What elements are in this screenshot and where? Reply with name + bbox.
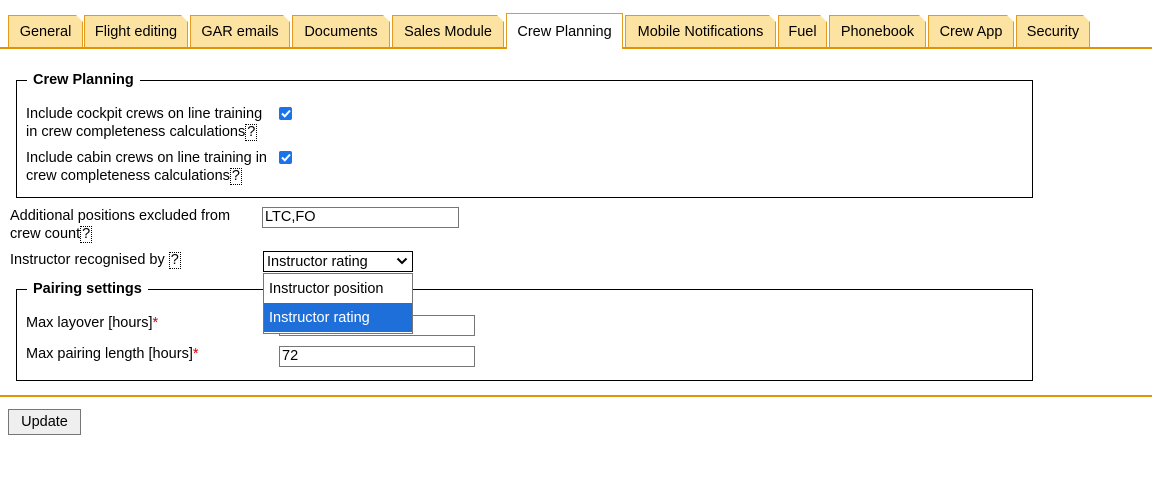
dropdown-option-instructor-rating[interactable]: Instructor rating bbox=[264, 303, 412, 332]
tab-label: Security bbox=[1026, 23, 1080, 40]
tab-flight-editing[interactable]: Flight editing bbox=[84, 15, 188, 47]
tab-phonebook[interactable]: Phonebook bbox=[829, 15, 926, 47]
help-icon[interactable]: ? bbox=[80, 225, 93, 243]
instructor-select-value: Instructor rating bbox=[267, 253, 368, 270]
cockpit-label-line2: in crew completeness calculations bbox=[26, 123, 246, 140]
instructor-select[interactable]: Instructor rating bbox=[263, 251, 413, 272]
tab-label: Crew App bbox=[939, 23, 1003, 40]
help-icon[interactable]: ? bbox=[229, 167, 242, 185]
tab-label: Flight editing bbox=[94, 23, 178, 40]
max-layover-label: Max layover [hours]* bbox=[26, 315, 158, 333]
cockpit-training-label: Include cockpit crews on line training i… bbox=[26, 106, 262, 141]
checkmark-icon bbox=[280, 109, 291, 118]
max-layover-label-text: Max layover [hours] bbox=[26, 315, 153, 331]
max-pairing-label: Max pairing length [hours]* bbox=[26, 346, 199, 364]
tab-label: Phonebook bbox=[840, 23, 915, 40]
instructor-dropdown-list: Instructor position Instructor rating bbox=[263, 273, 413, 334]
tab-sales-module[interactable]: Sales Module bbox=[392, 15, 504, 47]
tab-crew-app[interactable]: Crew App bbox=[928, 15, 1014, 47]
chevron-down-icon bbox=[396, 257, 408, 265]
pairing-settings-fieldset: Pairing settings bbox=[16, 281, 1033, 381]
cockpit-training-checkbox[interactable] bbox=[279, 107, 292, 120]
tab-documents[interactable]: Documents bbox=[292, 15, 390, 47]
cabin-training-checkbox[interactable] bbox=[279, 151, 292, 164]
tab-fuel[interactable]: Fuel bbox=[778, 15, 827, 47]
checkmark-icon bbox=[280, 153, 291, 162]
tab-general[interactable]: General bbox=[8, 15, 83, 47]
dropdown-option-instructor-position[interactable]: Instructor position bbox=[264, 274, 412, 303]
tab-gar-emails[interactable]: GAR emails bbox=[190, 15, 290, 47]
crew-planning-legend: Crew Planning bbox=[27, 72, 140, 89]
tab-mobile-notifications[interactable]: Mobile Notifications bbox=[625, 15, 776, 47]
cockpit-label-line1: Include cockpit crews on line training bbox=[26, 106, 263, 122]
tab-label: Documents bbox=[304, 23, 378, 40]
max-pairing-input[interactable]: 72 bbox=[279, 346, 475, 367]
settings-tab-bar: General Flight editing GAR emails Docume… bbox=[0, 0, 1152, 49]
excluded-positions-input[interactable]: LTC,FO bbox=[262, 207, 459, 228]
instructor-label-text: Instructor recognised by bbox=[10, 252, 165, 268]
footer-divider bbox=[0, 395, 1152, 397]
required-mark: * bbox=[152, 315, 159, 331]
pairing-settings-legend: Pairing settings bbox=[27, 281, 148, 298]
tab-label: General bbox=[19, 23, 72, 40]
help-icon[interactable]: ? bbox=[168, 252, 181, 269]
cabin-label-line1: Include cabin crews on line training in bbox=[26, 150, 267, 166]
cabin-training-label: Include cabin crews on line training in … bbox=[26, 150, 267, 185]
update-button[interactable]: Update bbox=[8, 409, 81, 435]
help-icon[interactable]: ? bbox=[245, 123, 258, 141]
excluded-positions-label: Additional positions excluded from crew … bbox=[10, 208, 230, 243]
tab-label: Sales Module bbox=[404, 23, 492, 40]
tab-label: Mobile Notifications bbox=[637, 23, 764, 40]
excluded-label-line1: Additional positions excluded from bbox=[10, 208, 231, 224]
excluded-label-line2: crew count bbox=[10, 225, 81, 242]
tab-label: GAR emails bbox=[201, 23, 279, 40]
required-mark: * bbox=[192, 346, 199, 362]
tab-label: Crew Planning bbox=[517, 23, 612, 40]
max-pairing-label-text: Max pairing length [hours] bbox=[26, 346, 193, 362]
instructor-label: Instructor recognised by ? bbox=[10, 252, 181, 270]
cabin-label-line2: crew completeness calculations bbox=[26, 167, 230, 184]
tab-crew-planning[interactable]: Crew Planning bbox=[506, 13, 623, 49]
tab-label: Fuel bbox=[788, 23, 817, 40]
tab-security[interactable]: Security bbox=[1016, 15, 1090, 47]
